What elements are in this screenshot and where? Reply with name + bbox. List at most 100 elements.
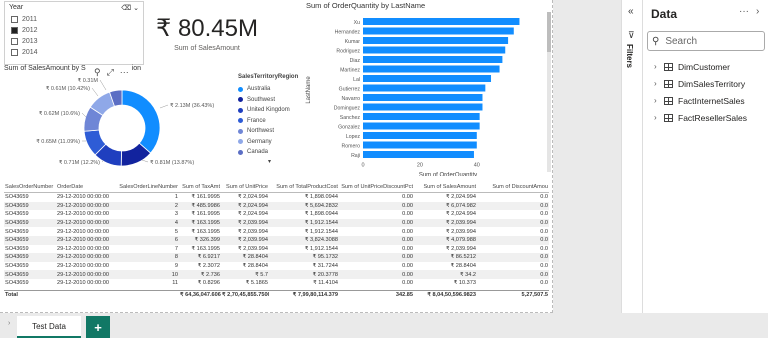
legend-dot <box>238 128 243 134</box>
table-icon <box>664 79 673 88</box>
legend-item[interactable]: Australia <box>238 84 298 95</box>
table-cell: ₹ 10.373 <box>453 280 476 287</box>
column-header[interactable]: Sum of TotalProductCost <box>269 184 339 190</box>
table-cell: 0.0 <box>540 194 548 201</box>
table-cell: 29-12-2010 00:00:00 <box>57 271 109 278</box>
legend-item[interactable]: France <box>238 116 298 127</box>
table-cell: ₹ 28.8404 <box>242 254 268 261</box>
column-header[interactable]: Sum of UnitPrice <box>221 184 269 190</box>
table-cell: ₹ 2,024.994 <box>238 211 268 218</box>
legend-item[interactable]: Canada <box>238 147 298 158</box>
slicer-option[interactable]: 2013 <box>5 36 143 47</box>
bar[interactable] <box>363 84 486 92</box>
bar-category-label: Lopez <box>346 134 361 140</box>
table-cell: ₹ 161.9995 <box>191 194 220 201</box>
table-name: FactInternetSales <box>678 95 745 106</box>
bar[interactable] <box>363 56 503 63</box>
legend-item[interactable]: Germany <box>238 137 298 148</box>
table-cell: ₹ 2,039.994 <box>238 245 268 252</box>
bar[interactable] <box>363 18 520 25</box>
canvas-scrollbar[interactable] <box>547 12 551 172</box>
bar[interactable] <box>363 132 477 139</box>
table-icon <box>664 113 673 122</box>
bar[interactable] <box>363 103 483 111</box>
column-header[interactable]: Sum of SalesAmount <box>414 184 477 190</box>
legend-label: United Kingdom <box>247 107 290 114</box>
slicer-option[interactable]: 2014 <box>5 47 143 58</box>
tab-test-data[interactable]: Test Data <box>17 316 81 338</box>
table-cell: 0.00 <box>402 271 413 278</box>
bar[interactable] <box>363 151 474 158</box>
table-tree-item[interactable]: › FactResellerSales <box>654 109 747 126</box>
checkbox[interactable] <box>11 49 18 56</box>
total-cell: ₹ 7,99,80,114.379 <box>292 292 338 299</box>
bar[interactable] <box>363 37 509 44</box>
more-options-icon[interactable]: ··· <box>739 6 749 17</box>
label-leader-line <box>99 79 107 91</box>
chevron-right-icon[interactable]: › <box>654 62 664 71</box>
bar[interactable] <box>363 141 477 149</box>
total-cell: 342.85 <box>395 292 413 299</box>
legend-item[interactable]: Northwest <box>238 126 298 137</box>
bar[interactable] <box>363 27 514 35</box>
donut-slice[interactable] <box>121 89 161 154</box>
tab-scroll-left-icon[interactable]: › <box>8 320 10 327</box>
table-tree-item[interactable]: › DimCustomer <box>654 58 747 75</box>
bar[interactable] <box>363 113 480 120</box>
bar-category-label: Raji <box>351 153 360 159</box>
donut-chart[interactable]: ₹ 2.13M (36.43%) ₹ 0.81M (13.87%) ₹ 0.71M … <box>2 74 237 184</box>
bar-category-label: Rodriguez <box>336 49 360 55</box>
table-cell: 0.00 <box>402 211 413 218</box>
chevron-right-icon[interactable]: › <box>654 79 664 88</box>
filters-pane-collapsed[interactable]: « ⊽ Filters <box>621 0 642 313</box>
table-cell: ₹ 28.8404 <box>242 263 268 270</box>
table-icon <box>664 62 673 71</box>
collapse-pane-icon[interactable]: › <box>756 6 759 17</box>
table-cell: SO43659 <box>5 280 29 287</box>
table-cell: 10 <box>171 271 178 278</box>
year-slicer[interactable]: Year ⌫ ⌄ 2011 2012 2013 2014 <box>4 1 144 65</box>
chevron-right-icon[interactable]: › <box>654 96 664 105</box>
table-cell: ₹ 2,024.994 <box>446 211 476 218</box>
checkbox[interactable] <box>11 27 18 34</box>
chevron-right-icon[interactable]: › <box>654 113 664 122</box>
bar[interactable] <box>363 46 506 54</box>
checkbox[interactable] <box>11 16 18 23</box>
table-cell: ₹ 1,912.1544 <box>304 245 338 252</box>
table-cell: ₹ 2.736 <box>200 271 220 278</box>
legend-scroll-icon[interactable]: ▾ <box>238 158 298 165</box>
legend-item[interactable]: United Kingdom <box>238 105 298 116</box>
slicer-option-label: 2012 <box>22 27 38 34</box>
table-cell: 0.0 <box>540 254 548 261</box>
column-header[interactable]: SalesOrderNumber <box>4 184 56 190</box>
table-cell: ₹ 163.1995 <box>191 228 220 235</box>
add-page-button[interactable]: + <box>86 316 110 338</box>
bar[interactable] <box>363 122 480 130</box>
table-cell: 0.0 <box>540 263 548 270</box>
checkbox[interactable] <box>11 38 18 45</box>
sales-kpi-card[interactable]: ₹ 80.45M Sum of SalesAmount <box>152 14 262 52</box>
x-tick-label: 20 <box>417 163 423 169</box>
bar-chart[interactable]: Xu Hernandez Kumar Rodriguez Diaz Martinez Lal… <box>300 10 550 176</box>
bar[interactable] <box>363 94 483 101</box>
search-input[interactable]: ⚲ Search <box>647 31 765 51</box>
table-cell: ₹ 34.2 <box>459 271 476 278</box>
bar[interactable] <box>363 65 500 73</box>
legend-item[interactable]: Southwest <box>238 95 298 106</box>
table-tree-item[interactable]: › FactInternetSales <box>654 92 747 109</box>
table-cell: ₹ 1,898.0944 <box>304 194 338 201</box>
bar[interactable] <box>363 75 492 82</box>
column-header[interactable]: SalesOrderLineNumber <box>111 184 179 190</box>
table-cell: ₹ 2,039.994 <box>238 228 268 235</box>
table-cell: 0.00 <box>402 237 413 244</box>
table-cell: 29-12-2010 00:00:00 <box>57 194 109 201</box>
column-header[interactable]: Sum of DiscountAmou <box>477 184 549 190</box>
slicer-option[interactable]: 2011 <box>5 14 143 25</box>
slicer-option[interactable]: 2012 <box>5 25 143 36</box>
column-header[interactable]: Sum of UnitPriceDiscountPct <box>339 184 414 190</box>
column-header[interactable]: Sum of TaxAmt <box>179 184 221 190</box>
column-header[interactable]: OrderDate <box>56 184 111 190</box>
table-tree-item[interactable]: › DimSalesTerritory <box>654 75 747 92</box>
slicer-option-label: 2014 <box>22 49 38 56</box>
collapse-panes-icon[interactable]: « <box>628 6 634 17</box>
